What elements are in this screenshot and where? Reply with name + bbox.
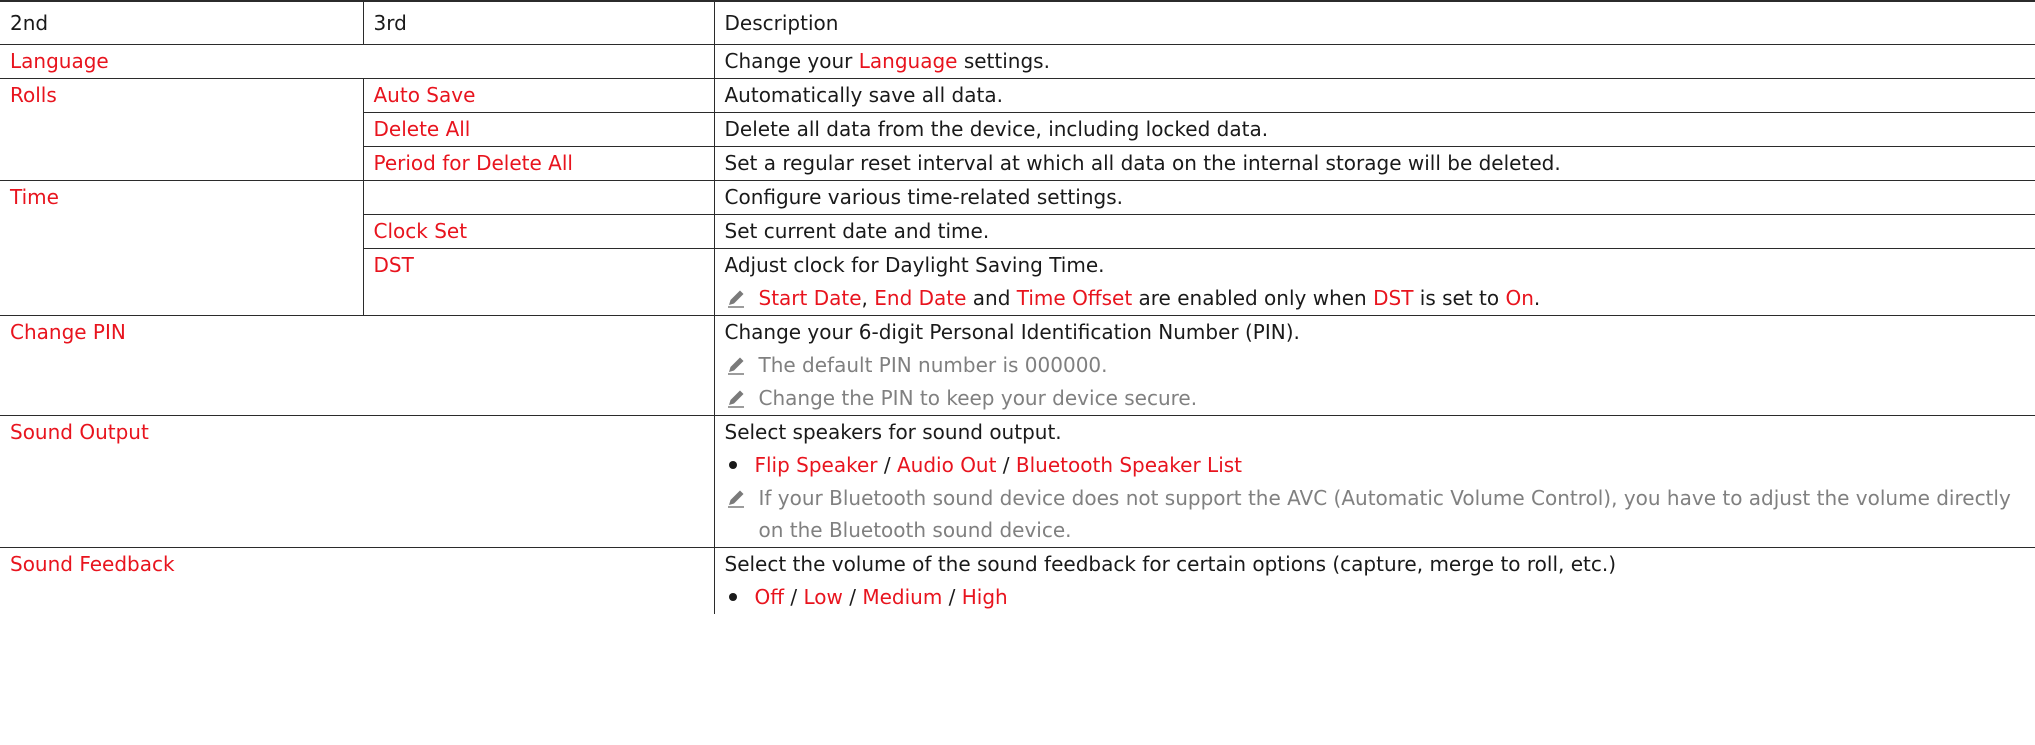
option-off: Off xyxy=(754,584,785,609)
note-link-on: On xyxy=(1505,285,1534,310)
header-description: Description xyxy=(713,0,2035,45)
description-time: Configure various time-related settings. xyxy=(724,184,1123,209)
note-text: , xyxy=(861,285,875,310)
option-audio-out: Audio Out xyxy=(896,452,997,477)
separator: / xyxy=(996,452,1016,477)
setting-language: Language xyxy=(10,48,109,73)
table-row-sound-feedback: Sound Feedback Select the volume of the … xyxy=(0,547,2035,614)
description-sound-feedback: Select the volume of the sound feedback … xyxy=(724,551,1617,576)
pencil-icon xyxy=(727,357,744,375)
desc-link-language: Language xyxy=(858,48,958,73)
setting-delete-all: Delete All xyxy=(373,116,471,141)
pencil-icon xyxy=(727,490,744,508)
header-3rd: 3rd xyxy=(362,0,714,45)
setting-sound-feedback: Sound Feedback xyxy=(10,551,175,576)
setting-change-pin: Change PIN xyxy=(10,319,126,344)
note-bluetooth: If your Bluetooth sound device does not … xyxy=(715,482,2035,547)
note-dst: Start Date, End Date and Time Offset are… xyxy=(715,282,2035,315)
separator: / xyxy=(942,584,962,609)
note-text: and xyxy=(966,285,1017,310)
options-sound-output: Flip Speaker / Audio Out / Bluetooth Spe… xyxy=(715,449,2035,482)
table-header: 2nd 3rd Description xyxy=(0,0,2035,45)
option-low: Low xyxy=(803,584,843,609)
description-auto-save: Automatically save all data. xyxy=(724,82,1003,107)
settings-table: 2nd 3rd Description Language Change your… xyxy=(0,0,2035,614)
option-flip-speaker: Flip Speaker xyxy=(754,452,878,477)
description-period-delete-all: Set a regular reset interval at which al… xyxy=(724,150,1561,175)
setting-dst: DST xyxy=(373,252,414,277)
option-medium: Medium xyxy=(862,584,943,609)
description-clock-set: Set current date and time. xyxy=(724,218,990,243)
note-secure-pin: Change the PIN to keep your device secur… xyxy=(715,382,2035,415)
setting-rolls: Rolls xyxy=(10,82,57,107)
note-text: are enabled only when xyxy=(1132,285,1374,310)
separator: / xyxy=(784,584,804,609)
note-link-dst: DST xyxy=(1373,285,1414,310)
setting-auto-save: Auto Save xyxy=(373,82,476,107)
description-dst: Adjust clock for Daylight Saving Time. xyxy=(724,252,1105,277)
table-row-change-pin: Change PIN Change your 6-digit Personal … xyxy=(0,315,2035,416)
note-default-pin: The default PIN number is 000000. xyxy=(715,349,2035,382)
header-2nd: 2nd xyxy=(0,0,363,45)
note-text: is set to xyxy=(1413,285,1506,310)
description-change-pin: Change your 6-digit Personal Identificat… xyxy=(724,319,1300,344)
pencil-icon xyxy=(727,290,744,308)
bullet-icon xyxy=(728,593,737,601)
setting-time: Time xyxy=(10,184,59,209)
description-delete-all: Delete all data from the device, includi… xyxy=(724,116,1269,141)
option-bluetooth-speaker-list: Bluetooth Speaker List xyxy=(1015,452,1243,477)
note-text: . xyxy=(1533,285,1541,310)
description-sound-output: Select speakers for sound output. xyxy=(724,419,1062,444)
separator: / xyxy=(877,452,897,477)
table-row-rolls: Rolls Auto Save Automatically save all d… xyxy=(0,78,2035,181)
setting-clock-set: Clock Set xyxy=(373,218,468,243)
note-text: If your Bluetooth sound device does not … xyxy=(758,485,2011,542)
desc-text: Change your xyxy=(724,48,859,73)
setting-period-delete-all: Period for Delete All xyxy=(373,150,573,175)
separator: / xyxy=(842,584,863,609)
description-language: Change your Language settings. xyxy=(715,45,2035,78)
note-link-time-offset: Time Offset xyxy=(1016,285,1133,310)
desc-text: settings. xyxy=(957,48,1050,73)
table-row-time: Time Configure various time-related sett… xyxy=(0,180,2035,316)
options-sound-feedback: Off / Low / Medium / High xyxy=(715,581,2035,614)
table-row-language: Language Change your Language settings. xyxy=(0,44,2035,79)
setting-sound-output: Sound Output xyxy=(10,419,149,444)
option-high: High xyxy=(961,584,1008,609)
table-row-sound-output: Sound Output Select speakers for sound o… xyxy=(0,415,2035,548)
note-link-end-date: End Date xyxy=(874,285,967,310)
empty-cell xyxy=(364,181,714,214)
bullet-icon xyxy=(728,461,737,469)
note-text: The default PIN number is 000000. xyxy=(758,352,1108,377)
note-text: Change the PIN to keep your device secur… xyxy=(758,385,1198,410)
note-link-start-date: Start Date xyxy=(758,285,862,310)
pencil-icon xyxy=(727,390,744,408)
